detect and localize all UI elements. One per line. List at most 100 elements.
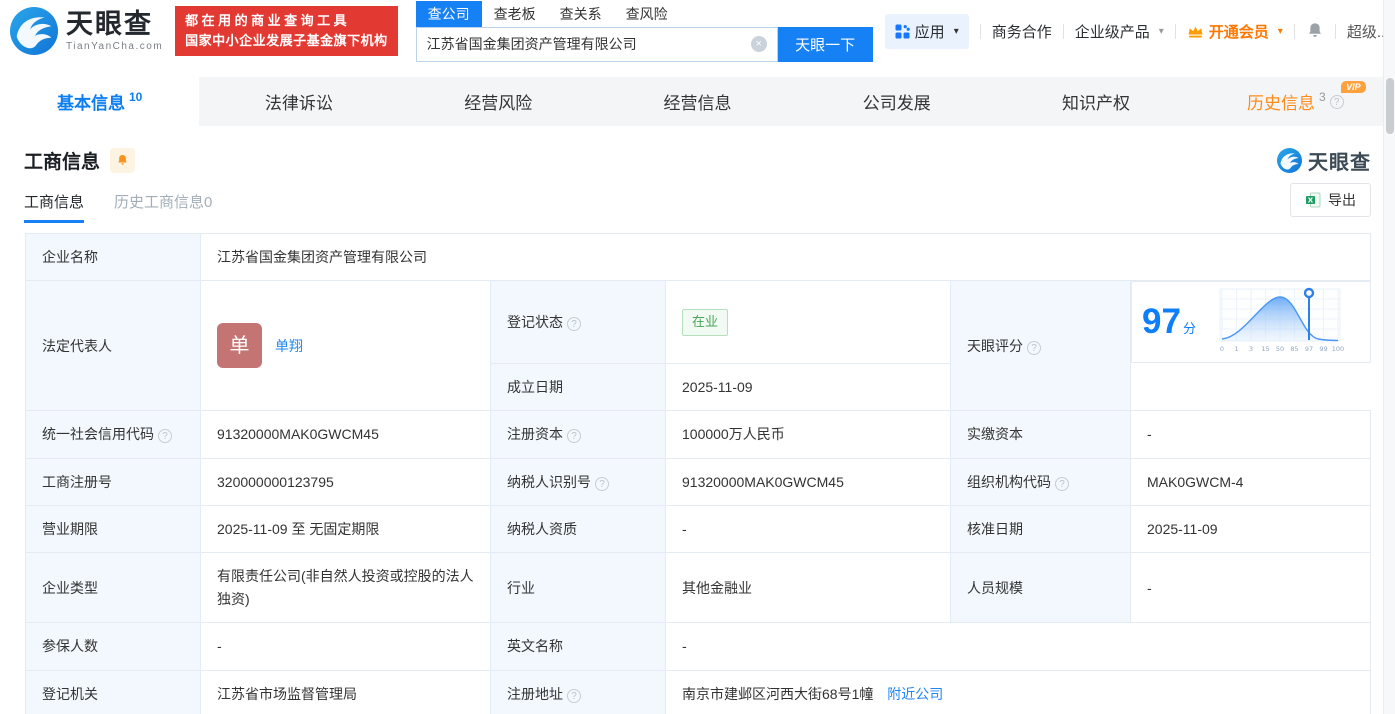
field-label: 法定代表人 bbox=[25, 280, 201, 412]
chevron-down-icon: ▾ bbox=[1158, 25, 1164, 37]
tab-legal-litigation[interactable]: 法律诉讼 bbox=[199, 77, 398, 126]
help-icon[interactable]: ? bbox=[595, 476, 609, 491]
search-area: 查公司 查老板 查关系 查风险 × 天眼一下 bbox=[415, 0, 873, 62]
svg-text:0: 0 bbox=[1220, 345, 1224, 353]
tianyancha-logo-icon bbox=[10, 7, 58, 55]
banner-line1: 都在用的商业查询工具 bbox=[185, 12, 351, 28]
legal-rep-link[interactable]: 单翔 bbox=[275, 335, 303, 357]
search-tab-company[interactable]: 查公司 bbox=[415, 0, 482, 27]
field-label: 纳税人资质 bbox=[490, 505, 666, 554]
table-row: 登记机关 江苏省市场监督管理局 注册地址? 南京市建邺区河西大街68号1幢 附近… bbox=[25, 669, 1372, 714]
field-label: 纳税人识别号? bbox=[490, 457, 666, 507]
tab-count: 10 bbox=[128, 89, 143, 104]
tab-operation-info[interactable]: 经营信息 bbox=[598, 77, 797, 126]
subtab-history-business-info[interactable]: 历史工商信息0 bbox=[114, 191, 212, 223]
business-cooperation-link[interactable]: 商务合作 bbox=[992, 21, 1052, 42]
svg-text:15: 15 bbox=[1261, 345, 1269, 353]
apps-menu[interactable]: 应用 ▾ bbox=[884, 13, 969, 49]
credit-code-value: 91320000MAK0GWCM45 bbox=[200, 410, 491, 459]
tianyancha-logo[interactable]: 天眼查 TianYanCha.com bbox=[10, 7, 163, 55]
tab-intellectual-property[interactable]: 知识产权 bbox=[996, 77, 1195, 126]
help-icon[interactable]: ? bbox=[1027, 340, 1041, 355]
establish-date-value: 2025-11-09 bbox=[665, 362, 951, 412]
tab-company-development[interactable]: 公司发展 bbox=[797, 77, 996, 126]
field-label: 注册地址? bbox=[490, 669, 666, 714]
logo-title: 天眼查 bbox=[66, 8, 153, 39]
reg-address-value: 南京市建邺区河西大街68号1幢 bbox=[682, 685, 874, 702]
clear-search-icon[interactable]: × bbox=[750, 36, 767, 52]
open-vip-menu[interactable]: 开通会员 ▾ bbox=[1187, 21, 1283, 42]
field-label: 组织机构代码? bbox=[950, 457, 1131, 507]
search-tab-risk[interactable]: 查风险 bbox=[614, 1, 680, 27]
logo-domain: TianYanCha.com bbox=[66, 40, 164, 52]
page: 天眼查 TianYanCha.com 都在用的商业查询工具 国家中小企业发展子基… bbox=[0, 0, 1395, 714]
help-icon[interactable]: ? bbox=[567, 429, 581, 444]
tianyancha-logo-icon bbox=[1277, 148, 1302, 173]
table-row: 企业名称 江苏省国金集团资产管理有限公司 bbox=[25, 232, 1372, 282]
business-info-table: 企业名称 江苏省国金集团资产管理有限公司 法定代表人 单 单翔 登记状态? 在业… bbox=[25, 232, 1372, 714]
watermark-label: 天眼查 bbox=[1308, 152, 1371, 174]
paid-capital-value: - bbox=[1129, 410, 1372, 459]
field-label: 企业类型 bbox=[25, 552, 201, 624]
chevron-down-icon: ▾ bbox=[1277, 25, 1283, 37]
header-menu: 应用 ▾ 商务合作 企业级产品 ▾ 开通会员 ▾ 超级... bbox=[884, 13, 1395, 49]
bell-icon bbox=[1308, 23, 1321, 37]
score-value: 97 bbox=[1142, 302, 1181, 342]
monitor-bell-button[interactable] bbox=[110, 148, 136, 173]
vip-badge: VIP bbox=[1341, 81, 1366, 93]
reg-capital-value: 100000万人民币 bbox=[665, 410, 951, 459]
top-header: 天眼查 TianYanCha.com 都在用的商业查询工具 国家中小企业发展子基… bbox=[0, 0, 1395, 62]
field-label: 登记状态? bbox=[490, 280, 666, 364]
field-label: 成立日期 bbox=[490, 362, 666, 412]
table-row: 企业类型 有限责任公司(非自然人投资或控股的法人独资) 行业 其他金融业 人员规… bbox=[25, 552, 1372, 624]
apps-label: 应用 bbox=[914, 23, 945, 41]
banner-line2: 国家中小企业发展子基金旗下机构 bbox=[185, 33, 388, 48]
field-label: 英文名称 bbox=[490, 622, 666, 671]
tab-history-info[interactable]: VIP 历史信息 3 ? bbox=[1196, 77, 1395, 126]
tab-operation-risk[interactable]: 经营风险 bbox=[399, 77, 598, 126]
taxpayer-quality-value: - bbox=[665, 505, 951, 554]
help-icon[interactable]: ? bbox=[1329, 94, 1344, 109]
subtab-business-info[interactable]: 工商信息 bbox=[24, 191, 85, 223]
table-row: 营业期限 2025-11-09 至 无固定期限 纳税人资质 - 核准日期 202… bbox=[25, 505, 1372, 554]
tab-basic-info[interactable]: 基本信息 10 bbox=[0, 77, 200, 126]
search-tab-relation[interactable]: 查关系 bbox=[548, 1, 614, 27]
legal-rep-avatar[interactable]: 单 bbox=[217, 323, 262, 369]
company-type-value: 有限责任公司(非自然人投资或控股的法人独资) bbox=[200, 552, 491, 624]
apps-grid-icon bbox=[895, 24, 910, 38]
field-label: 统一社会信用代码? bbox=[25, 410, 201, 459]
staff-size-value: - bbox=[1129, 552, 1372, 624]
crown-icon bbox=[1188, 26, 1203, 37]
table-row: 参保人数 - 英文名称 - bbox=[25, 622, 1372, 671]
help-icon[interactable]: ? bbox=[158, 429, 172, 444]
search-input[interactable] bbox=[426, 36, 751, 52]
field-label: 核准日期 bbox=[950, 505, 1131, 554]
score-cell: 97 分 0 1 3 15 50 85 97 99 100 bbox=[1131, 281, 1371, 364]
help-icon[interactable]: ? bbox=[567, 316, 581, 331]
field-label: 企业名称 bbox=[25, 232, 201, 282]
search-tab-boss[interactable]: 查老板 bbox=[482, 1, 548, 27]
notifications-button[interactable] bbox=[1306, 22, 1324, 40]
scrollbar-thumb[interactable] bbox=[1386, 78, 1394, 134]
help-icon[interactable]: ? bbox=[567, 688, 581, 703]
excel-icon: X bbox=[1306, 192, 1321, 208]
help-icon[interactable]: ? bbox=[1055, 476, 1069, 491]
search-button[interactable]: 天眼一下 bbox=[777, 26, 873, 62]
reg-authority-value: 江苏省市场监督管理局 bbox=[200, 669, 491, 714]
chevron-down-icon: ▾ bbox=[953, 25, 959, 37]
svg-text:85: 85 bbox=[1290, 345, 1298, 353]
org-code-value: MAK0GWCM-4 bbox=[1129, 457, 1372, 507]
field-label: 行业 bbox=[490, 552, 666, 624]
status-badge: 在业 bbox=[682, 308, 729, 336]
nearby-companies-link[interactable]: 附近公司 bbox=[887, 686, 943, 702]
taxpayer-id-value: 91320000MAK0GWCM45 bbox=[665, 457, 951, 507]
search-tabs: 查公司 查老板 查关系 查风险 bbox=[415, 0, 873, 27]
enterprise-products-menu[interactable]: 企业级产品 ▾ bbox=[1075, 21, 1164, 42]
score-distribution-chart: 0 1 3 15 50 85 97 99 100 bbox=[1219, 288, 1344, 353]
tab-count: 3 bbox=[1318, 89, 1326, 104]
svg-text:99: 99 bbox=[1319, 345, 1327, 353]
export-button[interactable]: X 导出 bbox=[1290, 183, 1371, 217]
svg-text:1: 1 bbox=[1234, 345, 1238, 353]
score-marker-pin bbox=[1303, 288, 1315, 299]
field-label: 营业期限 bbox=[25, 505, 201, 554]
